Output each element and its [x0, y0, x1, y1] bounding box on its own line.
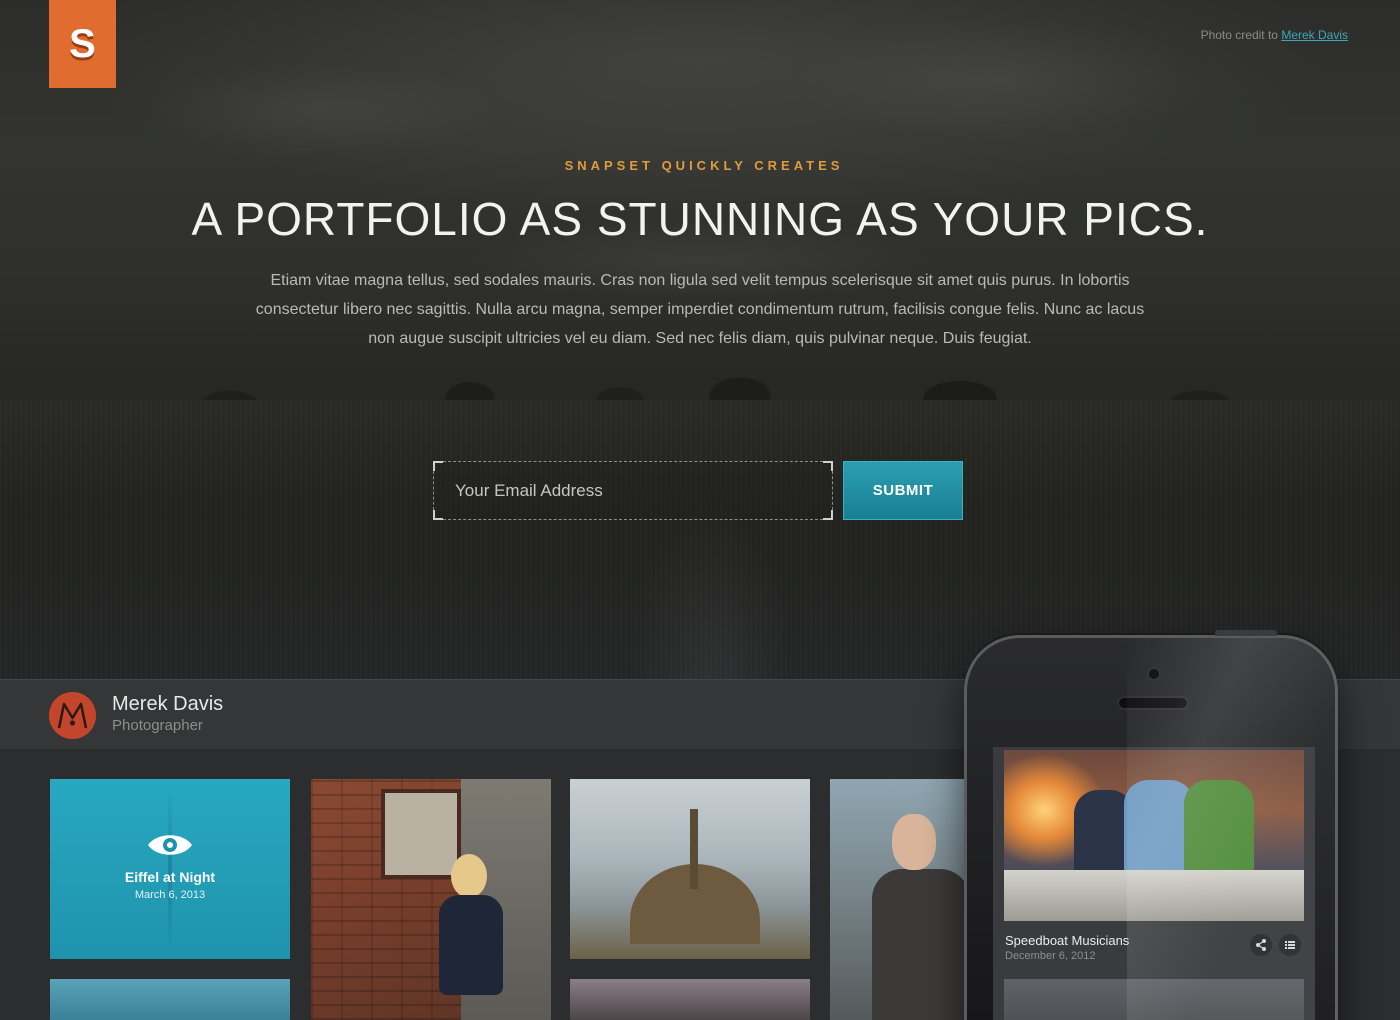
- phone-post-date: December 6, 2012: [1005, 950, 1096, 962]
- gallery-tile-photo[interactable]: [830, 779, 970, 1020]
- photo-subject: [892, 814, 936, 870]
- eye-icon: [148, 835, 192, 855]
- hero-lede: Etiam vitae magna tellus, sed sodales ma…: [255, 272, 1145, 347]
- photo-credit: Photo credit to Merek Davis: [1201, 28, 1348, 42]
- gallery-tile-photo[interactable]: [570, 779, 810, 959]
- hero-headline: A PORTFOLIO AS STUNNING AS YOUR PICS.: [191, 193, 1209, 245]
- phone-glare: [1127, 638, 1337, 1020]
- submit-button[interactable]: SUBMIT: [843, 461, 963, 520]
- gallery-tile-photo[interactable]: [50, 979, 290, 1020]
- hero-path: [560, 410, 860, 680]
- gallery-tile-title: Eiffel at Night: [124, 869, 216, 885]
- hero: S Photo credit to Merek Davis SNAPSET QU…: [0, 0, 1400, 680]
- gallery-tile-date: March 6, 2013: [134, 889, 206, 901]
- input-corner: [433, 510, 443, 520]
- avatar[interactable]: [49, 692, 96, 739]
- input-corner: [823, 510, 833, 520]
- phone-post-title: Speedboat Musicians: [1005, 933, 1130, 948]
- logo-letter: S: [69, 22, 96, 66]
- photo-credit-link[interactable]: Merek Davis: [1281, 28, 1348, 42]
- snapset-logo[interactable]: S: [49, 0, 116, 88]
- photo-subject: [451, 854, 487, 898]
- input-corner: [433, 461, 443, 471]
- gallery-tile-photo[interactable]: [570, 979, 810, 1020]
- gallery-tile-featured[interactable]: Eiffel at Night March 6, 2013: [50, 779, 290, 959]
- photo-credit-prefix: Photo credit to: [1200, 28, 1278, 42]
- profile-name: Merek Davis: [112, 693, 224, 715]
- profile-title: Photographer: [112, 717, 203, 734]
- monogram-icon: [49, 692, 96, 739]
- phone-power-button: [1215, 630, 1277, 636]
- photo-subject: [439, 895, 503, 995]
- photo-subject: [872, 869, 970, 1020]
- input-corner: [823, 461, 833, 471]
- email-input[interactable]: [433, 461, 833, 520]
- photo-window: [381, 789, 461, 879]
- photo-spire: [690, 809, 698, 889]
- hero-eyebrow: SNAPSET QUICKLY CREATES: [564, 158, 844, 173]
- signup-form: SUBMIT: [433, 461, 963, 520]
- gallery-tile-photo[interactable]: [311, 779, 551, 1020]
- phone-mockup: Speedboat Musicians December 6, 2012: [964, 630, 1338, 1020]
